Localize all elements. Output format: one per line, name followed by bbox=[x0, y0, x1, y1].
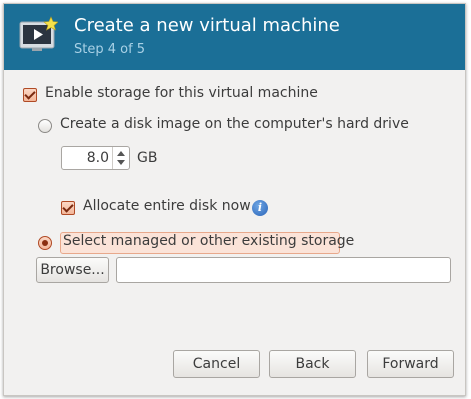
disk-size-unit: GB bbox=[137, 150, 158, 166]
forward-button[interactable]: Forward bbox=[367, 350, 454, 378]
dialog-title: Create a new virtual machine bbox=[74, 15, 340, 36]
enable-storage-checkbox[interactable] bbox=[23, 88, 37, 102]
spin-arrows[interactable] bbox=[112, 147, 129, 169]
allocate-disk-label[interactable]: Allocate entire disk now bbox=[83, 198, 251, 214]
virtual-machine-icon bbox=[19, 16, 58, 51]
dialog-header: Create a new virtual machine Step 4 of 5 bbox=[4, 4, 465, 70]
enable-storage-label[interactable]: Enable storage for this virtual machine bbox=[45, 85, 318, 101]
spin-up-icon[interactable] bbox=[117, 151, 125, 156]
cancel-button[interactable]: Cancel bbox=[173, 350, 260, 378]
create-disk-label[interactable]: Create a disk image on the computer's ha… bbox=[60, 116, 409, 132]
step-indicator: Step 4 of 5 bbox=[74, 42, 146, 57]
disk-size-value: 8.0 bbox=[86, 150, 109, 166]
existing-storage-radio[interactable] bbox=[38, 236, 52, 250]
storage-path-input[interactable] bbox=[116, 257, 451, 283]
existing-storage-label[interactable]: Select managed or other existing storage bbox=[63, 233, 354, 249]
disk-size-spinbutton[interactable]: 8.0 bbox=[61, 146, 130, 170]
new-vm-dialog: Create a new virtual machine Step 4 of 5… bbox=[3, 3, 466, 396]
create-disk-radio[interactable] bbox=[38, 119, 52, 133]
allocate-disk-checkbox[interactable] bbox=[61, 201, 75, 215]
spin-down-icon[interactable] bbox=[117, 160, 125, 165]
info-icon[interactable]: i bbox=[252, 200, 268, 216]
back-button[interactable]: Back bbox=[269, 350, 356, 378]
browse-button[interactable]: Browse... bbox=[36, 257, 109, 283]
